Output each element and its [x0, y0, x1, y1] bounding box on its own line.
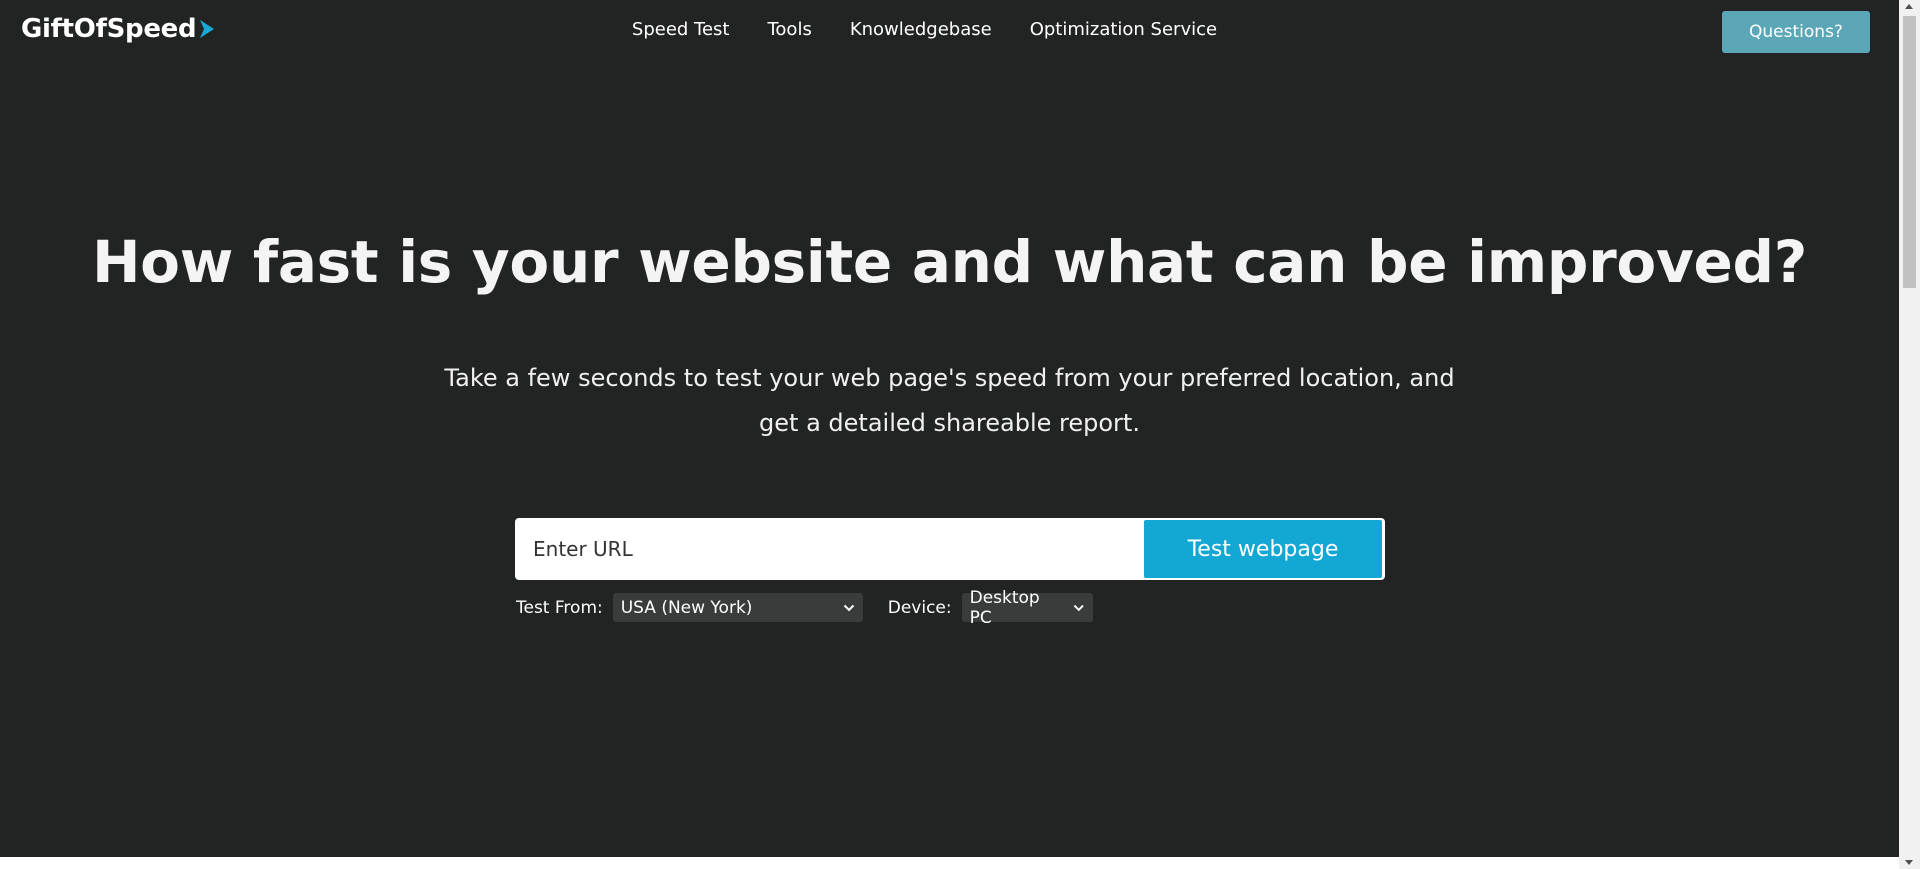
questions-button[interactable]: Questions? — [1722, 11, 1870, 53]
scrollbar-thumb[interactable] — [1903, 16, 1916, 288]
vertical-scrollbar[interactable] — [1899, 0, 1920, 869]
url-input[interactable] — [518, 521, 1144, 577]
nav-optimization-service[interactable]: Optimization Service — [1030, 19, 1217, 40]
test-from-select[interactable]: USA (New York) — [612, 593, 863, 622]
test-options: Test From: USA (New York) Device: Deskto… — [516, 588, 1093, 628]
test-from-label: Test From: — [516, 597, 603, 618]
main-nav: Speed Test Tools Knowledgebase Optimizat… — [0, 19, 1899, 40]
device-label: Device: — [887, 597, 952, 618]
test-webpage-button[interactable]: Test webpage — [1144, 520, 1382, 578]
chevron-down-icon — [843, 604, 854, 611]
hero-subtitle-line-1: Take a few seconds to test your web page… — [444, 364, 1455, 392]
hero-subtitle-line-2: get a detailed shareable report. — [759, 409, 1140, 437]
test-from-value: USA (New York) — [620, 597, 753, 618]
page: GiftOfSpeed Speed Test Tools Knowledgeba… — [0, 0, 1899, 857]
device-value: Desktop PC — [969, 587, 1040, 628]
scroll-up-arrow-icon[interactable] — [1905, 4, 1913, 9]
nav-tools[interactable]: Tools — [767, 19, 811, 40]
hero-subtitle: Take a few seconds to test your web page… — [0, 356, 1899, 446]
url-form: Test webpage — [515, 518, 1385, 580]
nav-speed-test[interactable]: Speed Test — [632, 19, 730, 40]
chevron-down-icon — [1073, 604, 1084, 611]
hero-title: How fast is your website and what can be… — [91, 228, 1808, 296]
scroll-down-arrow-icon[interactable] — [1905, 860, 1913, 865]
nav-knowledgebase[interactable]: Knowledgebase — [850, 19, 992, 40]
device-select[interactable]: Desktop PC — [961, 588, 1093, 628]
